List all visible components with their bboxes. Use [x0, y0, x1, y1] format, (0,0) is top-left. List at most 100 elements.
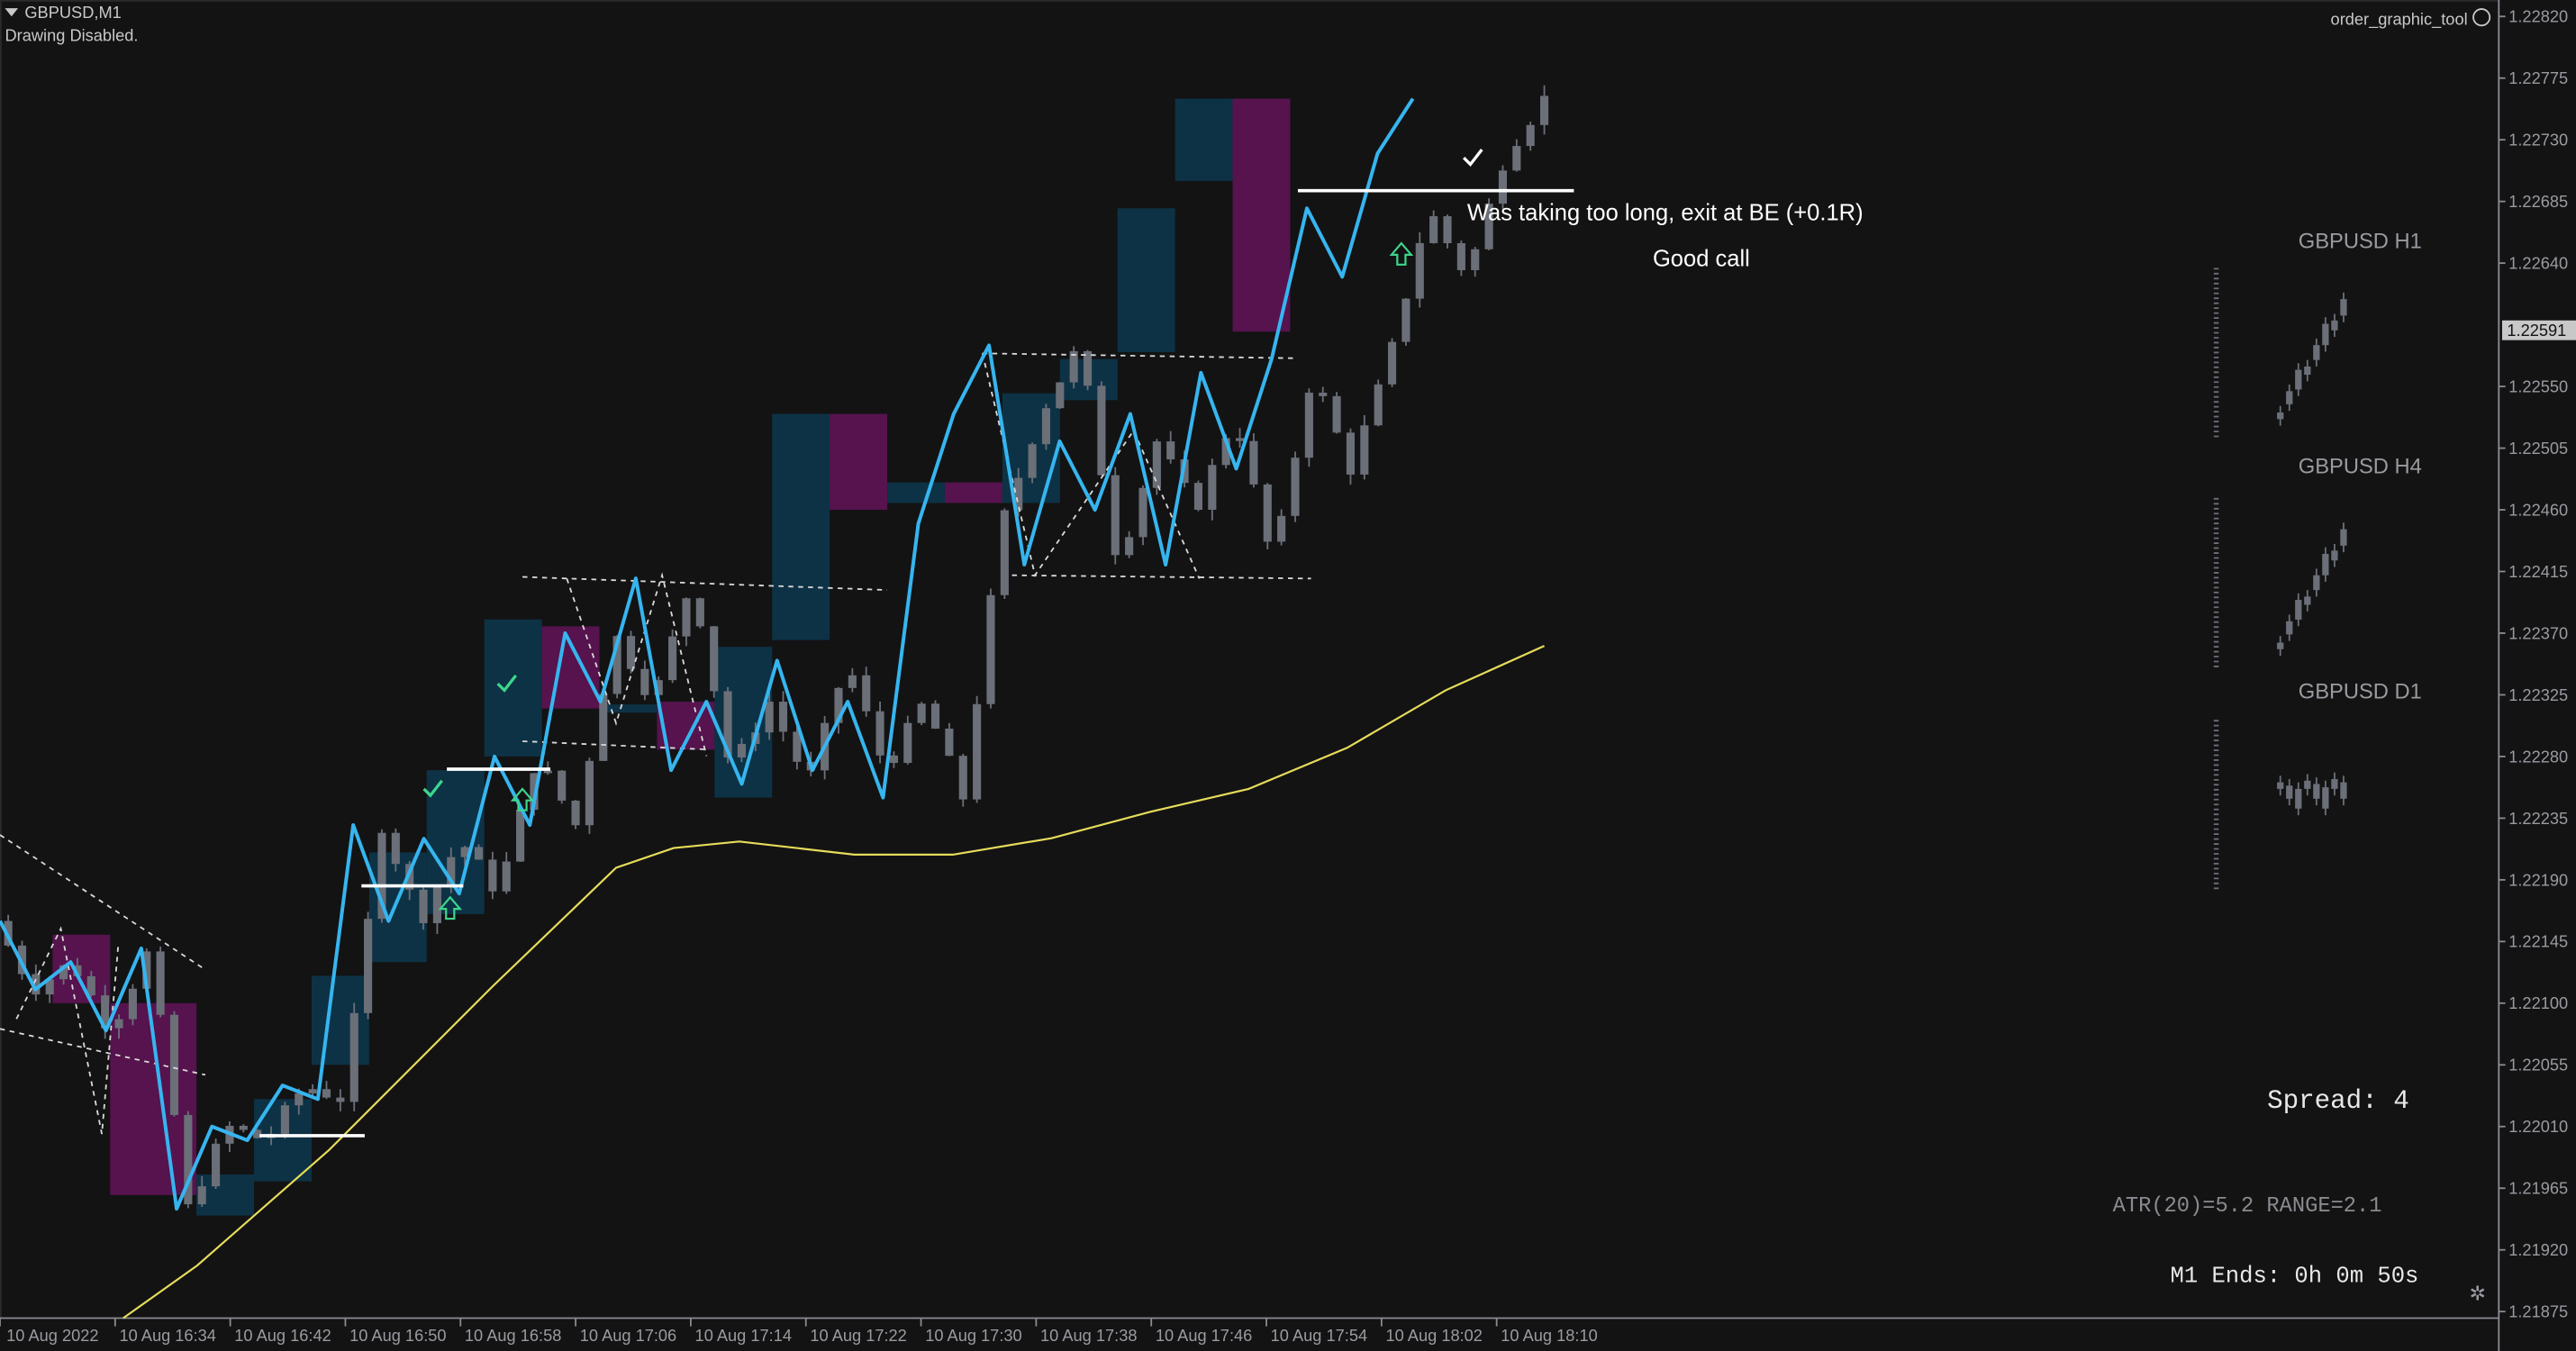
mini-candle-body [2304, 780, 2311, 789]
time-axis-label: 10 Aug 18:10 [1501, 1326, 1597, 1345]
mini-candle-body [2313, 784, 2320, 799]
price-chart[interactable]: 1.22820 1.22775 1.22730 1.22685 1.22640 1.225… [0, 0, 2576, 1351]
candle-body [1125, 537, 1134, 556]
candle-body [903, 722, 912, 764]
trading-chart-window[interactable]: 1.22820 1.22775 1.22730 1.22685 1.22640 1.225… [0, 0, 2576, 1351]
candle-body [364, 919, 373, 1013]
candle-body [571, 800, 580, 826]
mini-candle-body [2340, 529, 2347, 546]
candle-body [1249, 440, 1258, 485]
mini-candle-body [2295, 600, 2302, 620]
pattern-dashed-line [522, 576, 887, 592]
time-axis-label: 10 Aug 17:38 [1040, 1326, 1137, 1345]
candle-body [1083, 350, 1093, 386]
candle-body [875, 711, 884, 756]
candle-body [1069, 350, 1078, 383]
candle-body [986, 594, 995, 704]
price-tick-label: 1.22775 [2508, 68, 2568, 87]
candle-body [1332, 395, 1341, 433]
time-axis-label: 10 Aug 17:30 [925, 1326, 1021, 1345]
price-tick-label: 1.22685 [2508, 192, 2568, 211]
candle-body [1374, 384, 1383, 426]
expert-advisor-label[interactable]: order_graphic_tool [2331, 8, 2491, 30]
candle-body [1415, 242, 1424, 299]
price-tick-label: 1.22280 [2508, 747, 2568, 766]
candle-body [682, 598, 691, 637]
mini-candle-body [2313, 345, 2320, 360]
bear-trend-zone [541, 626, 600, 709]
candle-body [197, 1186, 206, 1205]
bar-countdown: M1 Ends: 0h 0m 50s [2170, 1264, 2419, 1291]
candle-body [585, 760, 594, 826]
pattern-dashed-line [982, 352, 1298, 359]
mini-candle-body [2322, 787, 2329, 809]
collapse-triangle-icon[interactable] [5, 8, 19, 17]
price-tick-label: 1.22190 [2508, 870, 2568, 889]
mini-candle-body [2277, 413, 2284, 420]
trade-comment: Good call [1652, 244, 1750, 272]
candle-body [156, 951, 165, 1015]
up-arrow-icon [1389, 241, 1414, 266]
candle-body [1138, 487, 1147, 538]
atr-readout: ATR(20)=5.2 RANGE=2.1 [2112, 1192, 2382, 1219]
candle-body [391, 832, 400, 865]
candle-body [308, 1089, 317, 1093]
bull-trend-zone [599, 704, 658, 713]
candle-body [973, 703, 982, 800]
candle-body [1277, 515, 1286, 542]
candle-body [1208, 465, 1217, 510]
mini-candle-body [2322, 323, 2329, 346]
mini-candle-body [2322, 553, 2329, 576]
price-tick-label: 1.22460 [2508, 500, 2568, 519]
price-tick-label: 1.22550 [2508, 376, 2568, 395]
mini-candle-body [2331, 320, 2338, 331]
mini-candle-body [2313, 575, 2320, 591]
h1-label: GBPUSD H1 [2298, 228, 2422, 254]
candle-body [668, 636, 677, 681]
candle-body [599, 694, 608, 761]
check-mark-icon [1463, 149, 1483, 167]
bull-trend-zone [484, 619, 542, 757]
mini-candle-body [2277, 642, 2284, 649]
candle-body [917, 703, 926, 723]
pattern-dashed-line [1011, 574, 1311, 580]
candle-body [1471, 249, 1480, 270]
time-axis-label: 10 Aug 16:34 [119, 1326, 215, 1345]
candle-body [86, 975, 95, 996]
candle-body [1041, 408, 1051, 445]
drawing-status: Drawing Disabled. [5, 28, 139, 47]
candle-body [516, 810, 525, 862]
mini-candle-body [2340, 299, 2347, 316]
symbol-row[interactable]: GBPUSD,M1 [5, 4, 138, 27]
candle-body [958, 756, 967, 800]
candle-body [432, 886, 441, 924]
price-tick-label: 1.22370 [2508, 623, 2568, 642]
candle-body [295, 1093, 304, 1106]
candle-body [1387, 341, 1397, 385]
candle-body [212, 1143, 221, 1187]
candle-body [488, 859, 497, 892]
crosshair-icon[interactable]: ✲ [2469, 1282, 2485, 1305]
mini-candle-body [2286, 785, 2293, 799]
candle-body [1235, 438, 1245, 441]
candle-body [114, 1019, 123, 1029]
candle-body [1443, 216, 1452, 243]
candle-body [778, 702, 788, 732]
mini-candle-body [2304, 366, 2311, 376]
time-axis-label: 10 Aug 16:50 [349, 1326, 446, 1345]
candle-body [419, 889, 428, 924]
candle-body [737, 743, 746, 758]
bull-trend-zone [1175, 98, 1233, 181]
candle-body [1111, 475, 1120, 556]
price-tick-label: 1.22505 [2508, 439, 2568, 458]
bull-trend-zone [772, 413, 830, 640]
price-tick-label: 1.22235 [2508, 809, 2568, 828]
mini-candle-body [2286, 621, 2293, 635]
candle-body [336, 1097, 345, 1102]
mini-candle-body [2331, 550, 2338, 561]
d1-label: GBPUSD D1 [2298, 678, 2422, 704]
candle-body [474, 847, 484, 860]
candle-body [1346, 432, 1356, 475]
candle-body [710, 626, 719, 692]
time-axis-label: 10 Aug 2022 [6, 1326, 98, 1345]
